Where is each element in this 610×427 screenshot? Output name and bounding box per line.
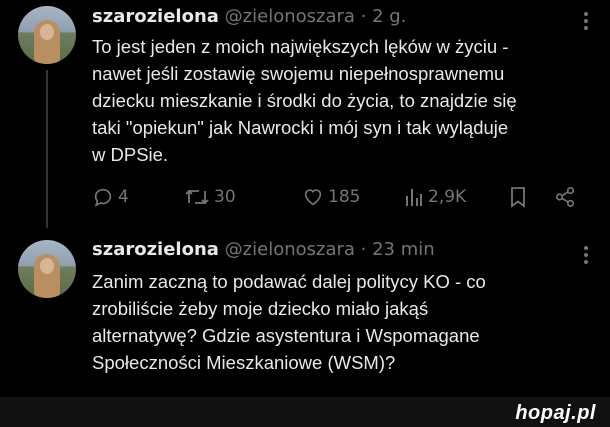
author-handle[interactable]: @zielonoszara <box>225 6 355 27</box>
thread-line <box>46 70 48 228</box>
tweet-time[interactable]: · 23 min <box>355 239 435 260</box>
bookmark-icon <box>511 187 525 208</box>
share-button[interactable] <box>554 186 576 208</box>
tweet-time[interactable]: · 2 g. <box>355 6 407 27</box>
watermark-logo: hopaj.pl <box>515 402 596 424</box>
like-count: 185 <box>328 187 361 207</box>
avatar[interactable] <box>18 240 76 298</box>
views-count: 2,9K <box>428 187 467 207</box>
retweet-button[interactable]: 30 <box>184 186 236 208</box>
tweet-actions: 4 30 185 2,9K <box>92 186 592 212</box>
heart-icon <box>304 189 322 206</box>
retweet-icon <box>185 189 209 205</box>
tweet-header: szarozielona @zielonoszara · 2 g. <box>92 6 406 32</box>
bookmark-button[interactable] <box>508 186 528 208</box>
author-name[interactable]: szarozielona <box>92 6 219 27</box>
more-icon[interactable] <box>584 12 590 30</box>
avatar[interactable] <box>18 6 76 64</box>
reply-button[interactable]: 4 <box>92 186 129 208</box>
author-handle[interactable]: @zielonoszara <box>225 239 355 260</box>
tweet-text: To jest jeden z moich największych lęków… <box>92 36 517 165</box>
like-button[interactable]: 185 <box>302 186 360 208</box>
reply-count: 4 <box>118 187 129 207</box>
reply-icon <box>94 188 112 207</box>
views-icon <box>406 189 422 206</box>
tweet-text: Zanim zaczną to podawać dalej politycy K… <box>92 271 486 373</box>
more-icon[interactable] <box>584 246 590 264</box>
views-button[interactable]: 2,9K <box>404 186 466 208</box>
tweet-header: szarozielona @zielonoszara · 23 min <box>92 239 435 265</box>
share-icon <box>555 187 575 207</box>
author-name[interactable]: szarozielona <box>92 239 219 260</box>
retweet-count: 30 <box>214 187 236 207</box>
